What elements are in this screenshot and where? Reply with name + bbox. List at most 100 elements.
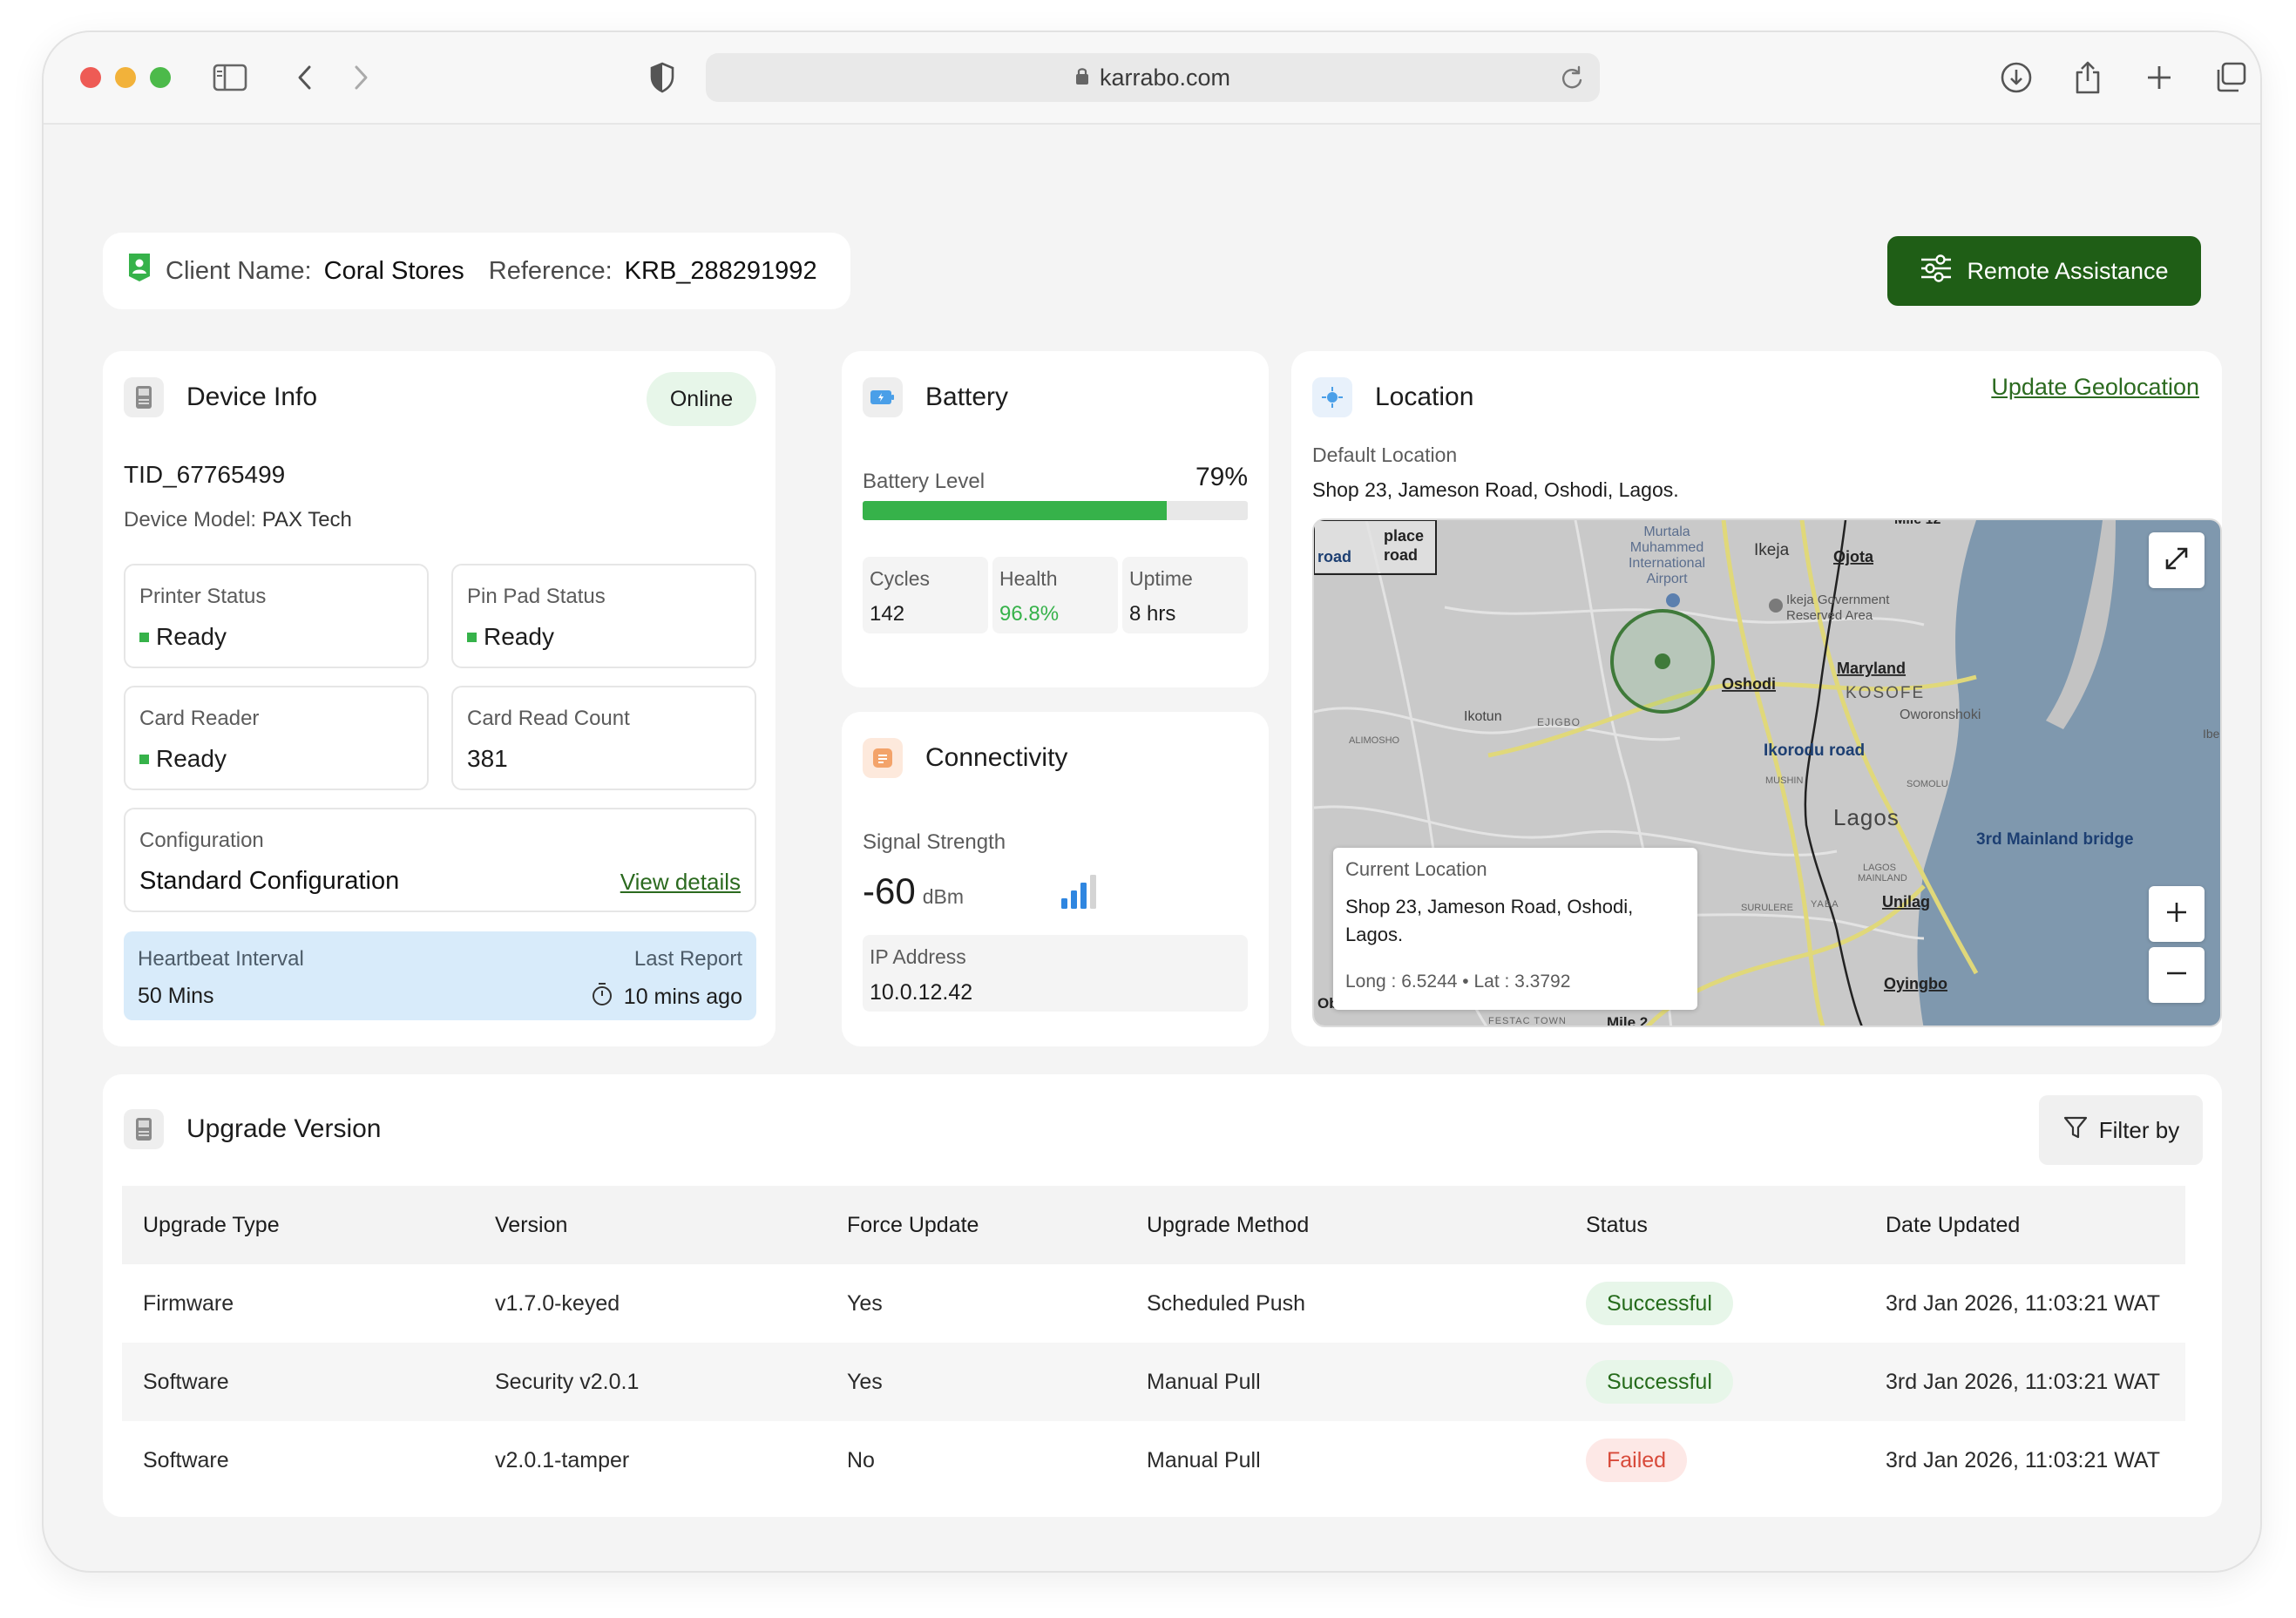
close-window-button[interactable] — [80, 67, 101, 88]
map-zoom-out-button[interactable] — [2149, 947, 2205, 1003]
heartbeat-interval-label: Heartbeat Interval — [138, 947, 304, 971]
cycles-box: Cycles 142 — [863, 557, 988, 633]
current-location-title: Current Location — [1345, 858, 1487, 880]
status-cell: Successful — [1586, 1343, 1733, 1421]
back-icon[interactable] — [286, 58, 324, 97]
uptime-box: Uptime 8 hrs — [1122, 557, 1248, 633]
pinpad-status-box: Pin Pad Status Ready — [451, 564, 756, 668]
health-box: Health 96.8% — [992, 557, 1118, 633]
heartbeat-interval-value: 50 Mins — [138, 984, 214, 1008]
signal-strength-label: Signal Strength — [863, 830, 1006, 854]
client-name-label: Client Name: — [166, 256, 312, 285]
download-icon[interactable] — [1997, 58, 2035, 97]
cycles-value: 142 — [870, 602, 905, 626]
status-badge: Successful — [1586, 1282, 1733, 1325]
map-zoom-in-button[interactable] — [2149, 886, 2205, 942]
filter-icon — [2062, 1114, 2089, 1147]
map-label-unilag: Unilag — [1882, 893, 1930, 911]
browser-window: karrabo.com Client Name: Coral Stores Re… — [42, 30, 2262, 1573]
map-label-ibeshe: Ibes — [2203, 727, 2222, 741]
ip-address-value: 10.0.12.42 — [870, 980, 973, 1005]
upgrade-method-cell: Manual Pull — [1147, 1447, 1261, 1472]
map-label-somolu: SOMOLU — [1907, 779, 1948, 789]
upgrade-type-cell: Software — [143, 1447, 229, 1472]
battery-icon — [863, 377, 903, 417]
table-row[interactable]: Software v2.0.1-tamper No Manual Pull Fa… — [122, 1421, 2185, 1500]
signal-bar — [1080, 883, 1087, 909]
table-row[interactable]: Firmware v1.7.0-keyed Yes Scheduled Push… — [122, 1264, 2185, 1343]
version-cell: v2.0.1-tamper — [495, 1447, 630, 1472]
tabs-overview-icon[interactable] — [2211, 58, 2250, 97]
column-header-upgrade-type: Upgrade Type — [143, 1212, 280, 1237]
map-fullscreen-button[interactable] — [2149, 532, 2205, 588]
uptime-label: Uptime — [1129, 567, 1193, 590]
device-info-title: Device Info — [186, 382, 318, 411]
filter-by-button[interactable]: Filter by — [2039, 1095, 2203, 1165]
minus-icon — [2165, 962, 2188, 989]
current-location-address: Shop 23, Jameson Road, Oshodi, Lagos. — [1345, 896, 1634, 945]
upgrade-method-cell: Manual Pull — [1147, 1369, 1261, 1394]
connectivity-card: Connectivity Signal Strength -60 dBm IP A… — [842, 712, 1269, 1046]
reload-icon[interactable] — [1560, 64, 1584, 97]
client-name-value: Coral Stores — [323, 256, 464, 285]
privacy-shield-icon[interactable] — [643, 58, 681, 97]
client-info-bar: Client Name: Coral Stores Reference: KRB… — [103, 233, 850, 309]
map-label-yaba: YABA — [1811, 899, 1839, 910]
upgrade-type-cell: Software — [143, 1369, 229, 1394]
table-row[interactable]: Software Security v2.0.1 Yes Manual Pull… — [122, 1343, 2185, 1421]
remote-assistance-button[interactable]: Remote Assistance — [1887, 236, 2201, 306]
location-title: Location — [1375, 382, 1474, 411]
sliders-icon — [1920, 254, 1953, 289]
minimize-window-button[interactable] — [115, 67, 136, 88]
printer-status-label: Printer Status — [139, 585, 267, 608]
connectivity-title: Connectivity — [925, 743, 1068, 772]
health-value: 96.8% — [999, 602, 1060, 626]
signal-bar — [1071, 890, 1077, 909]
signal-unit: dBm — [922, 885, 964, 908]
filter-by-label: Filter by — [2098, 1116, 2180, 1143]
ready-indicator — [139, 632, 149, 642]
view-details-link[interactable]: View details — [620, 869, 741, 896]
device-info-card: Device Info Online TID_67765499 Device M… — [103, 351, 775, 1046]
health-label: Health — [999, 567, 1058, 590]
battery-title: Battery — [925, 382, 1009, 411]
location-map[interactable]: road place road Murtala Muhammed Internatio… — [1312, 518, 2222, 1027]
stopwatch-icon — [591, 982, 613, 1012]
expand-icon — [2164, 545, 2190, 576]
column-header-status: Status — [1586, 1212, 1648, 1237]
remote-assistance-label: Remote Assistance — [1967, 257, 2169, 284]
terminal-id: TID_67765499 — [124, 461, 286, 488]
share-icon[interactable] — [2069, 58, 2107, 97]
current-location-coordinates: Long : 6.5244 • Lat : 3.3792 — [1345, 971, 1571, 992]
date-updated-cell: 3rd Jan 2026, 11:03:21 WAT — [1886, 1447, 2161, 1472]
ready-indicator — [467, 632, 477, 642]
current-location-popup: Current Location Shop 23, Jameson Road, … — [1333, 848, 1697, 1010]
map-label-ikorodu-road: Ikorodu road — [1764, 741, 1865, 760]
update-geolocation-link[interactable]: Update Geolocation — [1991, 374, 2199, 401]
version-cell: Security v2.0.1 — [495, 1369, 640, 1394]
upgrade-type-cell: Firmware — [143, 1290, 234, 1316]
status-badge: Successful — [1586, 1360, 1733, 1404]
status-badge: Failed — [1586, 1439, 1688, 1482]
configuration-label: Configuration — [139, 829, 264, 852]
map-label-oyingbo: Oyingbo — [1884, 975, 1947, 992]
new-tab-icon[interactable] — [2140, 58, 2178, 97]
pinpad-status-label: Pin Pad Status — [467, 585, 606, 608]
column-header-date-updated: Date Updated — [1886, 1212, 2021, 1237]
ip-address-box: IP Address 10.0.12.42 — [863, 935, 1248, 1012]
map-label-surulere: SURULERE — [1741, 903, 1793, 913]
device-status-badge: Online — [647, 372, 756, 426]
force-update-cell: Yes — [847, 1369, 883, 1394]
forward-icon[interactable] — [342, 58, 380, 97]
zoom-window-button[interactable] — [150, 67, 171, 88]
sidebar-toggle-icon[interactable] — [211, 58, 249, 97]
pinpad-status-value: Ready — [484, 623, 554, 650]
map-label-oshodi: Oshodi — [1722, 675, 1776, 693]
client-badge-icon — [125, 252, 153, 290]
map-label-third-mainland: 3rd Mainland bridge — [1976, 830, 2134, 849]
configuration-value: Standard Configuration — [139, 867, 400, 895]
map-label-ojota: Ojota — [1833, 548, 1874, 565]
location-card: Location Update Geolocation Default Loca… — [1291, 351, 2222, 1046]
address-bar[interactable]: karrabo.com — [706, 53, 1600, 102]
card-read-count-value: 381 — [467, 745, 508, 772]
